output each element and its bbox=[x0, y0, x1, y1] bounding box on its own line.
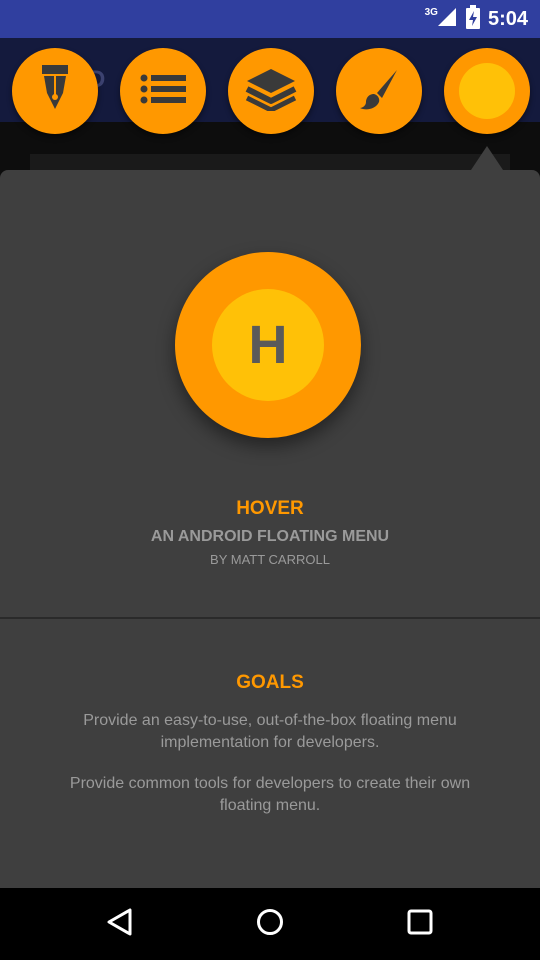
recents-button[interactable] bbox=[400, 904, 440, 944]
back-button[interactable] bbox=[100, 904, 140, 944]
network-type-label: 3G bbox=[424, 6, 438, 18]
battery-icon bbox=[465, 4, 480, 34]
tab-list[interactable] bbox=[120, 48, 206, 134]
app-title: HOVER bbox=[236, 498, 304, 519]
content-panel: H HOVER AN ANDROID FLOATING MENU BY MATT… bbox=[0, 170, 540, 888]
goal-item: Provide an easy-to-use, out-of-the-box f… bbox=[83, 712, 457, 751]
tab-layers[interactable] bbox=[228, 48, 314, 134]
goal-item: Provide common tools for developers to c… bbox=[69, 775, 471, 814]
tab-hover-about[interactable] bbox=[444, 48, 530, 134]
tab-paintbrush[interactable] bbox=[336, 48, 422, 134]
hover-logo-inner: H bbox=[212, 289, 324, 401]
goals-heading: GOALS bbox=[236, 672, 304, 693]
status-bar: 3G 5:04 bbox=[0, 0, 540, 38]
recents-icon bbox=[407, 909, 433, 940]
home-button[interactable] bbox=[250, 904, 290, 944]
fountain-pen-icon bbox=[35, 63, 75, 120]
tab-pen[interactable] bbox=[12, 48, 98, 134]
home-icon bbox=[255, 907, 285, 942]
clock: 5:04 bbox=[487, 7, 528, 30]
back-icon bbox=[106, 907, 134, 942]
signal-icon bbox=[436, 6, 458, 33]
author-byline: BY MATT CARROLL bbox=[210, 552, 330, 567]
list-icon bbox=[140, 74, 186, 109]
app-subtitle: AN ANDROID FLOATING MENU bbox=[150, 528, 390, 545]
layers-icon bbox=[245, 67, 297, 116]
panel-pointer bbox=[471, 146, 503, 170]
navigation-bar bbox=[0, 888, 540, 960]
divider bbox=[0, 617, 540, 619]
hover-logo: H bbox=[175, 252, 361, 438]
logo-letter: H bbox=[248, 315, 288, 375]
paintbrush-icon bbox=[357, 67, 401, 116]
status-icons: 3G 5:04 bbox=[425, 0, 528, 38]
hover-logo-icon bbox=[459, 63, 515, 119]
